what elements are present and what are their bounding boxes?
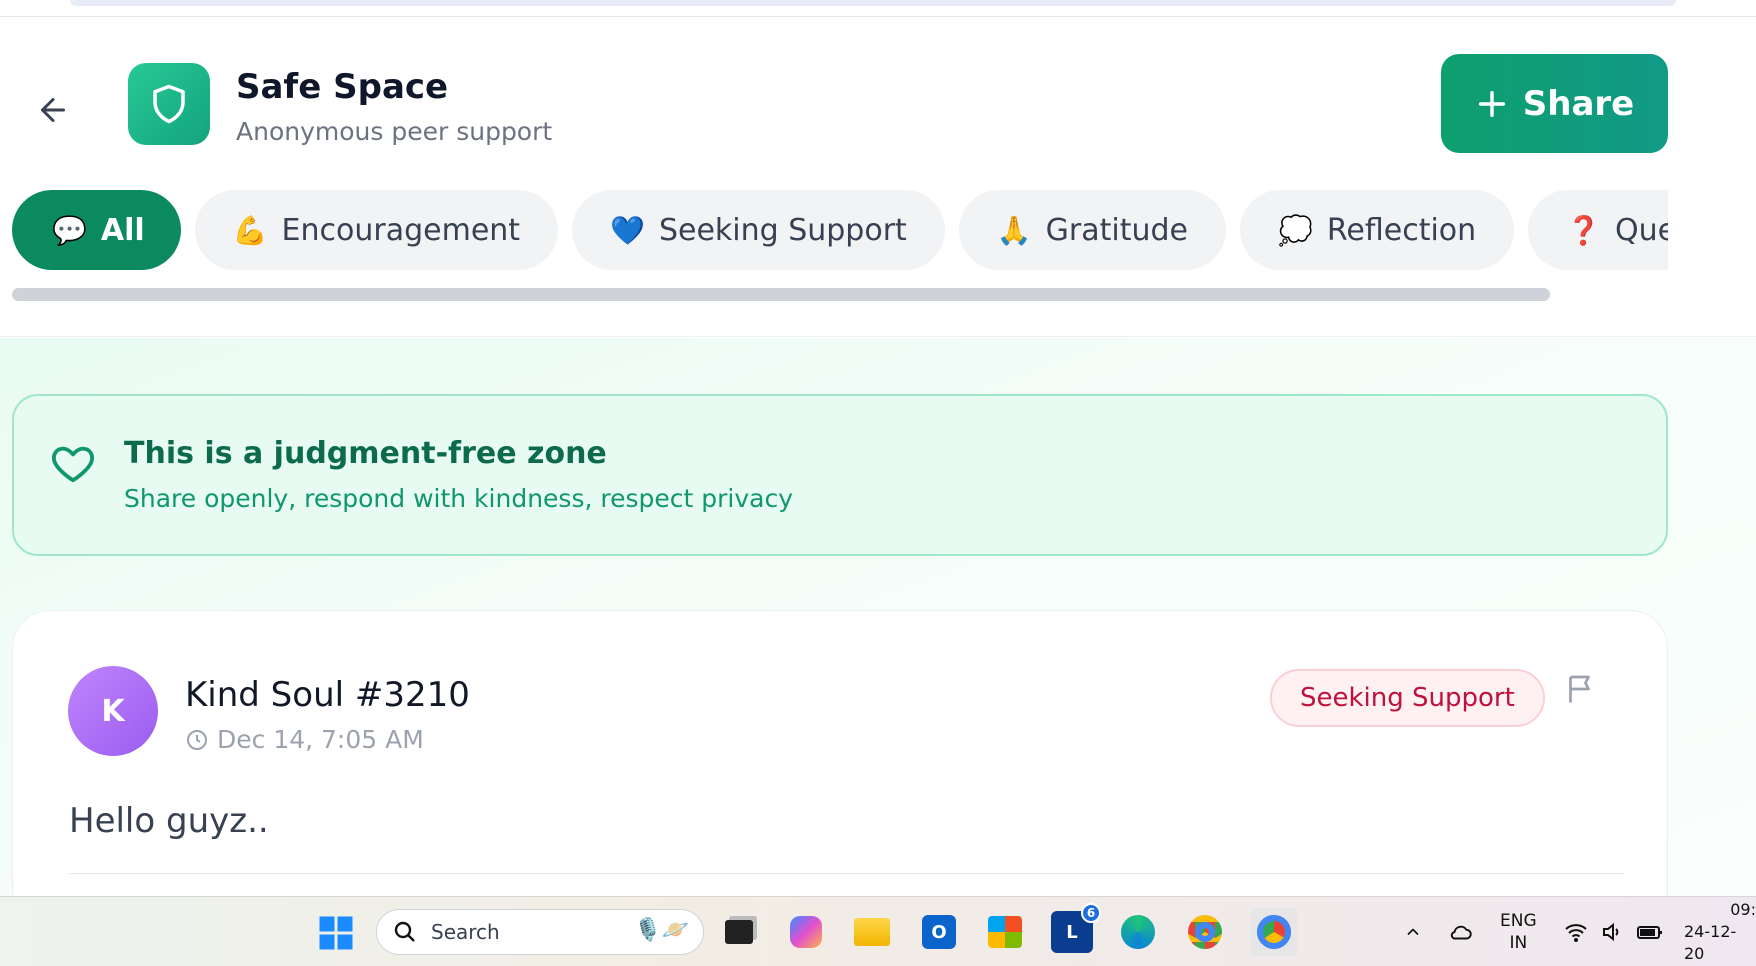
page-header: Safe Space Anonymous peer support Share … — [0, 17, 1756, 337]
file-explorer-button[interactable] — [851, 911, 893, 953]
arrow-left-icon — [41, 98, 65, 122]
heart-icon — [51, 446, 95, 483]
edge-icon — [1121, 915, 1155, 949]
volume-icon — [1603, 922, 1619, 942]
question-mark-icon: ❓ — [1566, 213, 1602, 247]
category-chip-label: Reflection — [1326, 212, 1477, 248]
flag-icon — [1569, 675, 1590, 703]
post-divider — [69, 873, 1624, 874]
post-category-badge: Seeking Support — [1270, 669, 1545, 727]
taskbar-search-placeholder: Search — [431, 920, 500, 944]
microsoft-store-button[interactable] — [984, 911, 1026, 953]
chrome-button[interactable] — [1184, 911, 1226, 953]
folder-icon — [854, 918, 890, 946]
judgment-free-banner: This is a judgment-free zone Share openl… — [12, 394, 1668, 556]
chevron-up-icon — [1407, 928, 1419, 936]
category-chip-gratitude[interactable]: 🙏 Gratitude — [958, 190, 1227, 270]
speech-bubble-icon: 💬 — [52, 213, 87, 247]
taskview-button[interactable] — [718, 911, 760, 953]
category-chip-label: Gratitude — [1045, 212, 1189, 248]
clock-date: 24-12-20 — [1684, 922, 1737, 963]
copilot-button[interactable] — [785, 911, 827, 953]
category-scrollbar[interactable] — [12, 288, 1550, 301]
page-title: Safe Space — [236, 67, 449, 107]
banner-text: Share openly, respond with kindness, res… — [124, 484, 793, 513]
linkedin-icon: L — [1066, 921, 1078, 943]
chrome-icon — [1188, 915, 1222, 949]
post-author: Kind Soul #3210 — [185, 675, 470, 715]
network-volume-battery[interactable] — [1564, 897, 1664, 966]
category-chip-all[interactable]: 💬 All — [12, 190, 181, 270]
post-timestamp: Dec 14, 7:05 AM — [185, 725, 424, 754]
browser-address-bar-edge — [70, 0, 1676, 6]
clock-icon — [187, 729, 207, 750]
category-chip-questions[interactable]: ❓ Que — [1528, 190, 1668, 270]
folded-hands-icon: 🙏 — [996, 213, 1032, 247]
share-button-label: Share — [1522, 83, 1635, 124]
notification-badge: 6 — [1081, 903, 1101, 923]
language-indicator[interactable]: ENG IN — [1500, 897, 1537, 966]
clock-time: 09: — [1730, 900, 1756, 919]
battery-icon — [1637, 926, 1662, 939]
wifi-icon — [1565, 924, 1587, 942]
store-icon — [988, 916, 1022, 948]
tray-overflow-button[interactable] — [1403, 897, 1423, 966]
taskview-icon — [725, 920, 753, 944]
windows-taskbar: Search 🎙️🪐 O L 6 ENG IN 09: 24-12-20 — [0, 896, 1756, 966]
copilot-icon — [790, 916, 822, 948]
post-time-text: Dec 14, 7:05 AM — [217, 725, 424, 754]
category-chip-reflection[interactable]: 💭 Reflection — [1240, 190, 1515, 270]
chrome-icon — [1257, 915, 1291, 949]
blue-heart-icon: 💙 — [610, 213, 645, 247]
share-button[interactable]: Share — [1441, 54, 1668, 153]
outlook-icon: O — [922, 915, 956, 949]
post-body: Hello guyz.. — [69, 801, 269, 841]
feed-area: This is a judgment-free zone Share openl… — [0, 338, 1756, 930]
plus-icon — [1478, 90, 1505, 117]
browser-top-strip — [0, 0, 1756, 17]
clock[interactable]: 09: 24-12-20 — [1684, 897, 1756, 966]
banner-title: This is a judgment-free zone — [124, 436, 607, 471]
report-button[interactable] — [1563, 671, 1599, 711]
category-filter-bar: 💬 All 💪 Encouragement 💙 Seeking Support … — [12, 190, 1668, 272]
language-text: ENG — [1500, 911, 1537, 931]
chrome-active-button[interactable] — [1250, 908, 1298, 956]
page-subtitle: Anonymous peer support — [236, 117, 553, 146]
outlook-button[interactable]: O — [918, 911, 960, 953]
cloud-icon — [1450, 925, 1472, 940]
region-text: IN — [1509, 933, 1528, 953]
category-chip-label: Encouragement — [281, 212, 521, 248]
category-chip-seeking-support[interactable]: 💙 Seeking Support — [572, 190, 945, 270]
search-highlight-icon: 🎙️🪐 — [634, 918, 689, 943]
category-chip-encouragement[interactable]: 💪 Encouragement — [194, 190, 559, 270]
linkedin-button[interactable]: L 6 — [1051, 903, 1101, 953]
onedrive-button[interactable] — [1448, 897, 1474, 966]
edge-button[interactable] — [1117, 911, 1159, 953]
avatar: K — [68, 666, 158, 756]
flexed-biceps-icon: 💪 — [232, 213, 268, 247]
category-chip-label: Que — [1615, 212, 1668, 248]
app-logo — [128, 63, 210, 145]
windows-logo-icon — [319, 916, 353, 950]
back-button[interactable] — [30, 87, 76, 133]
shield-icon — [153, 84, 185, 124]
thought-bubble-icon: 💭 — [1278, 213, 1313, 247]
category-chip-label: Seeking Support — [658, 212, 907, 248]
search-icon — [394, 921, 415, 942]
category-chip-label: All — [100, 212, 145, 248]
taskbar-search[interactable]: Search 🎙️🪐 — [376, 909, 704, 955]
post-card: K Kind Soul #3210 Dec 14, 7:05 AM Seekin… — [12, 610, 1668, 930]
start-button[interactable] — [318, 915, 354, 955]
